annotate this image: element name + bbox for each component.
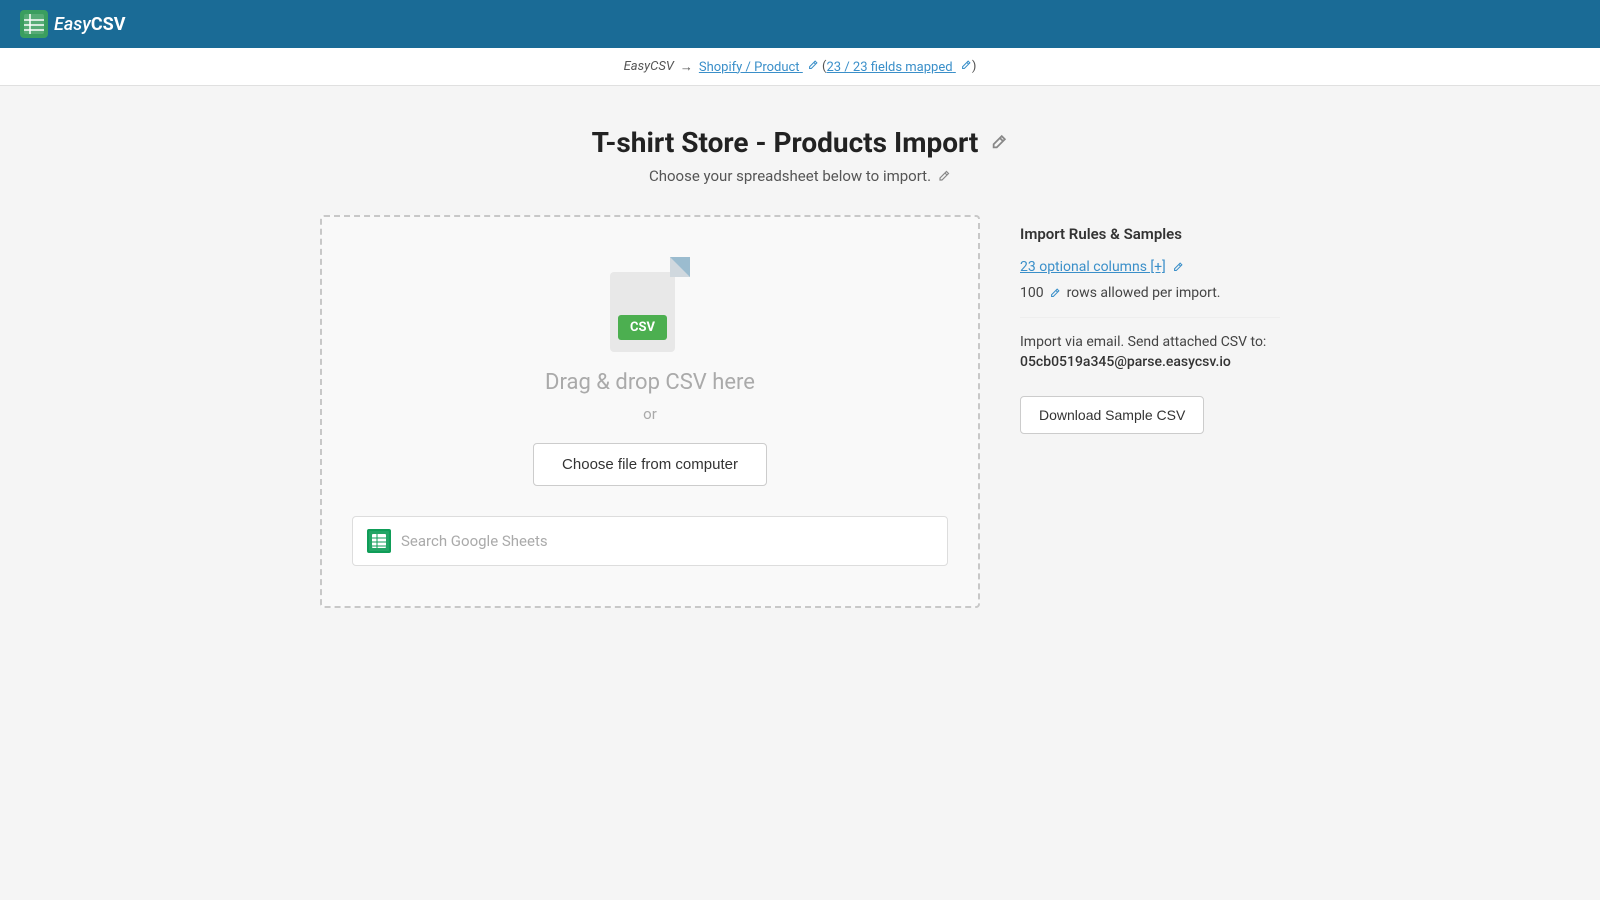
email-address: 05cb0519a345@parse.easycsv.io bbox=[1020, 354, 1280, 370]
breadcrumb-source: EasyCSV bbox=[624, 59, 674, 74]
drag-drop-text: Drag & drop CSV here bbox=[545, 370, 755, 395]
rows-allowed-suffix: rows allowed per import. bbox=[1067, 285, 1221, 301]
page-subtitle: Choose your spreadsheet below to import. bbox=[220, 167, 1380, 185]
google-sheets-input[interactable]: Search Google Sheets bbox=[352, 516, 948, 566]
content-row: CSV Drag & drop CSV here or Choose file … bbox=[220, 215, 1380, 608]
logo-icon bbox=[20, 10, 48, 38]
email-section: Import via email. Send attached CSV to: … bbox=[1020, 334, 1280, 370]
rows-edit-icon[interactable] bbox=[1049, 287, 1061, 299]
breadcrumb-paren-open: ( bbox=[819, 59, 827, 74]
optional-columns-link[interactable]: 23 optional columns [+] bbox=[1020, 259, 1166, 275]
sidebar-divider bbox=[1020, 317, 1280, 318]
breadcrumb-destination[interactable]: Shopify / Product bbox=[699, 59, 819, 75]
breadcrumb-fields-mapped[interactable]: 23 / 23 fields mapped bbox=[826, 59, 971, 75]
file-corner-triangle bbox=[670, 257, 690, 277]
breadcrumb-arrow: → bbox=[680, 59, 693, 75]
logo-csv-text: CSV bbox=[91, 14, 126, 35]
optional-columns-edit-icon[interactable] bbox=[1172, 261, 1184, 273]
or-text: or bbox=[643, 405, 657, 423]
breadcrumb-paren-close: ) bbox=[972, 59, 977, 74]
logo-easy-text: Easy bbox=[54, 14, 91, 35]
app-header: EasyCSV bbox=[0, 0, 1600, 48]
email-label: Import via email. Send attached CSV to: bbox=[1020, 334, 1280, 350]
breadcrumb-bar: EasyCSV → Shopify / Product ( 23 / 23 fi… bbox=[0, 48, 1600, 86]
google-sheets-placeholder: Search Google Sheets bbox=[401, 532, 548, 550]
csv-badge: CSV bbox=[618, 315, 667, 340]
drop-zone[interactable]: CSV Drag & drop CSV here or Choose file … bbox=[320, 215, 980, 608]
breadcrumb-destination-edit-icon bbox=[807, 59, 819, 71]
breadcrumb-fields-edit-icon bbox=[960, 59, 972, 71]
page-title-edit-icon[interactable] bbox=[988, 133, 1008, 153]
choose-file-button[interactable]: Choose file from computer bbox=[533, 443, 767, 486]
drop-zone-wrapper: CSV Drag & drop CSV here or Choose file … bbox=[320, 215, 980, 608]
rows-allowed-row: 100 rows allowed per import. bbox=[1020, 285, 1280, 301]
google-sheets-icon bbox=[367, 529, 391, 553]
rows-count: 100 bbox=[1020, 285, 1044, 301]
page-title-row: T-shirt Store - Products Import bbox=[220, 126, 1380, 159]
file-body bbox=[610, 272, 675, 352]
main-content: T-shirt Store - Products Import Choose y… bbox=[200, 86, 1400, 648]
sidebar-title: Import Rules & Samples bbox=[1020, 225, 1280, 243]
page-subtitle-edit-icon[interactable] bbox=[937, 169, 951, 183]
page-title: T-shirt Store - Products Import bbox=[592, 126, 1009, 159]
app-logo[interactable]: EasyCSV bbox=[20, 10, 125, 38]
csv-file-icon: CSV bbox=[610, 257, 690, 352]
sidebar-info: Import Rules & Samples 23 optional colum… bbox=[1020, 215, 1280, 434]
download-sample-csv-button[interactable]: Download Sample CSV bbox=[1020, 396, 1204, 434]
optional-columns-row: 23 optional columns [+] bbox=[1020, 259, 1280, 275]
